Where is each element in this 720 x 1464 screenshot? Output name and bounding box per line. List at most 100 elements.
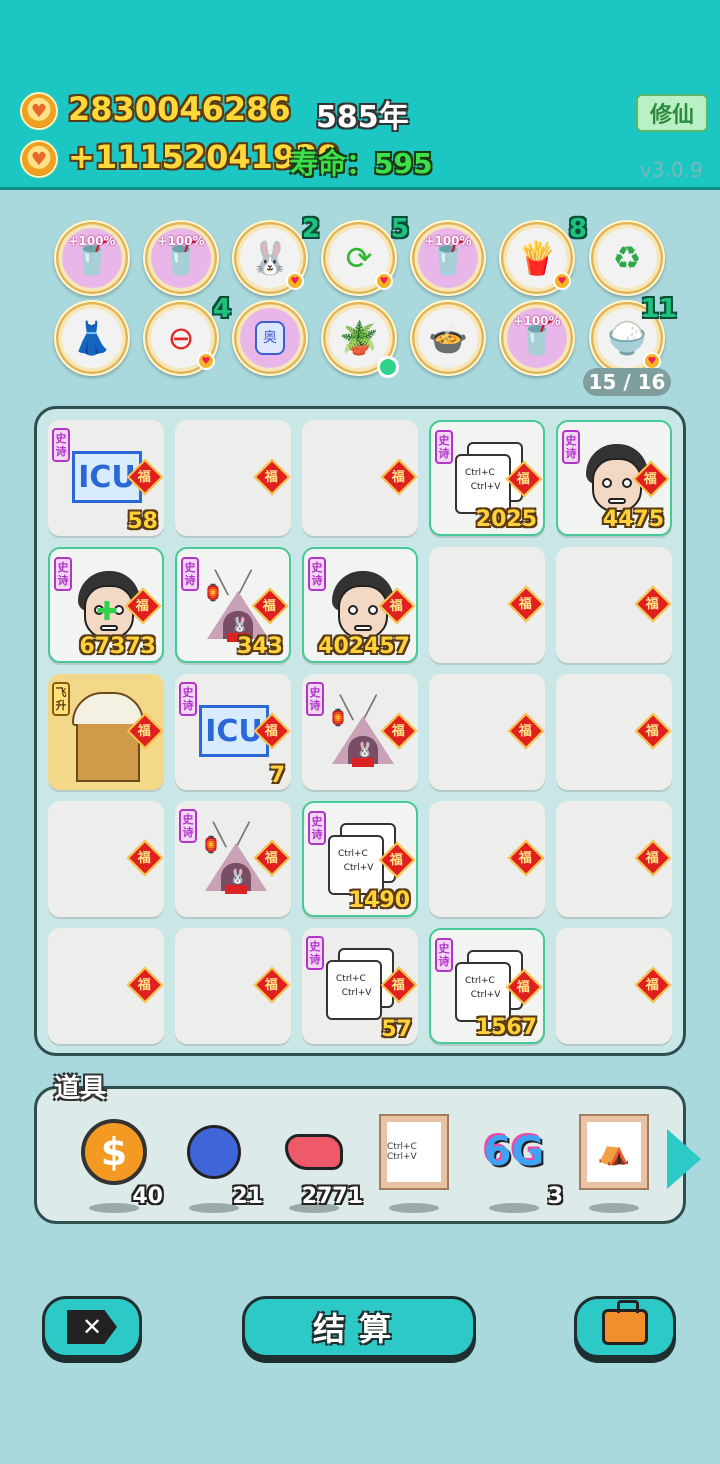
board-cell[interactable]: 福 <box>175 420 291 536</box>
epic-tag: 史诗 <box>562 430 580 464</box>
6g-icon: 6G <box>483 1129 545 1175</box>
board-cell[interactable]: 史诗福 4475 <box>556 420 672 536</box>
rice-cooker-icon: 🍲 <box>428 319 468 357</box>
item-framed-ctrl-card[interactable]: Ctrl+C Ctrl+V <box>375 1116 455 1213</box>
buff-count: 8 <box>568 214 587 244</box>
buff-slot-counter: 15 / 16 <box>583 368 671 396</box>
board-cell[interactable]: 福 <box>302 420 418 536</box>
board-cell[interactable]: 福 <box>556 801 672 917</box>
buff-panel: +100% 🥤 +100% 🥤 🐰 2 ♥ ⟳ 5 ♥ +100% 🥤 🍟 8 … <box>0 212 720 392</box>
board-cell[interactable]: 福 <box>429 801 545 917</box>
fortune-diamond-icon: 福 <box>380 458 418 496</box>
cell-level-number: 57 <box>381 1017 412 1042</box>
fries-icon: 🍟 <box>517 239 557 277</box>
board-cell[interactable]: 史诗 ICU 福 58 <box>48 420 164 536</box>
board-cell[interactable]: 福 <box>556 674 672 790</box>
item-6g[interactable]: 6G 3 <box>475 1119 563 1213</box>
item-quantity: 2771 <box>301 1184 363 1209</box>
jar-icon: 奥 <box>255 321 285 355</box>
rice-bowl-buff[interactable]: 🍚 11 ♥ <box>589 294 677 376</box>
coin-icon: ♥ <box>20 92 58 130</box>
flower-pot-icon: 🪴 <box>339 319 379 357</box>
skirt-buff[interactable]: 👗 <box>54 300 130 376</box>
fortune-diamond-icon: 福 <box>126 839 164 877</box>
milk-tea-cup-buff[interactable]: +100% 🥤 <box>410 220 486 296</box>
epic-tag: 史诗 <box>179 809 197 843</box>
rabbit-buff[interactable]: 🐰 2 ♥ <box>232 214 320 296</box>
board-cell[interactable]: 福 <box>429 674 545 790</box>
buff-percent: +100% <box>68 234 116 248</box>
board-cell[interactable]: 史诗 Ctrl+C Ctrl+V 福 1490 <box>302 801 418 917</box>
heart-badge-icon: ♥ <box>197 352 215 370</box>
framed-ctrl-card-icon: Ctrl+C Ctrl+V <box>381 1116 447 1188</box>
liver-icon <box>285 1134 343 1170</box>
board-cell[interactable]: 福 <box>175 928 291 1044</box>
cell-level-number: 343 <box>237 634 283 659</box>
skirt-icon: 👗 <box>72 319 112 357</box>
board-cell[interactable]: 史诗 ✚ 福 67373 <box>48 547 164 663</box>
board-cell[interactable]: 福 <box>429 547 545 663</box>
item-dollar-coin[interactable]: $ 40 <box>75 1119 163 1213</box>
epic-tag: 史诗 <box>308 811 326 845</box>
recycle-buff[interactable]: ♻ <box>589 220 665 296</box>
inventory-button[interactable] <box>574 1296 676 1358</box>
rice-cooker-buff[interactable]: 🍲 <box>410 300 486 376</box>
lifespan-value: 595 <box>374 147 433 180</box>
board-cell[interactable]: 史诗 Ctrl+C Ctrl+V 福 1567 <box>429 928 545 1044</box>
cell-level-number: 4475 <box>602 507 664 532</box>
epic-tag: 史诗 <box>306 936 324 970</box>
item-blueberry[interactable]: 21 <box>175 1119 263 1213</box>
board-cell[interactable]: 史诗 Ctrl+C Ctrl+V 福 57 <box>302 928 418 1044</box>
next-items-arrow-icon[interactable] <box>667 1129 701 1189</box>
settle-button[interactable]: 结算 <box>242 1296 476 1358</box>
fortune-diamond-icon: 福 <box>507 839 545 877</box>
item-liver[interactable]: 2771 <box>275 1119 363 1213</box>
close-icon: ✕ <box>67 1310 117 1344</box>
board-cell[interactable]: 史诗 ICU 福 7 <box>175 674 291 790</box>
refresh-buff[interactable]: ⟳ 5 ♥ <box>321 214 409 296</box>
fortune-diamond-icon: 福 <box>634 966 672 1004</box>
milk-tea-cup-buff[interactable]: +100% 🥤 <box>499 300 575 376</box>
epic-tag: 史诗 <box>179 682 197 716</box>
board-cell[interactable]: 福 <box>48 801 164 917</box>
rabbit-icon: 🐰 <box>250 239 290 277</box>
cell-level-number: 1490 <box>348 888 410 913</box>
heart-badge-icon: ♥ <box>286 272 304 290</box>
minus-buff[interactable]: ⊖ 4 ♥ <box>143 294 231 376</box>
item-quantity: 21 <box>232 1184 263 1209</box>
board-cell[interactable]: 飞升福 <box>48 674 164 790</box>
board-cell[interactable]: 福 <box>556 547 672 663</box>
board-cell[interactable]: 史诗 ╲╱ 🐰 🏮 福 <box>175 801 291 917</box>
epic-tag: 史诗 <box>306 682 324 716</box>
flower-pot-buff[interactable]: 🪴 <box>321 300 399 378</box>
epic-tag: 史诗 <box>181 557 199 591</box>
epic-tag: 史诗 <box>308 557 326 591</box>
ascend-tag: 飞升 <box>52 682 70 716</box>
jar-buff[interactable]: 奥 <box>232 300 308 376</box>
heart-badge-icon: ♥ <box>553 272 571 290</box>
board-cell[interactable]: 史诗 ╲╱ 🐰 🏮 福 343 <box>175 547 291 663</box>
milk-tea-cup-buff[interactable]: +100% 🥤 <box>54 220 130 296</box>
item-framed-tent[interactable]: ⛺ <box>575 1116 655 1213</box>
cell-level-number: 58 <box>127 509 158 534</box>
rice-bowl-icon: 🍚 <box>607 319 647 357</box>
dollar-coin-icon: $ <box>81 1119 147 1185</box>
board-cell[interactable]: 福 <box>48 928 164 1044</box>
fries-buff[interactable]: 🍟 8 ♥ <box>499 214 587 296</box>
fortune-diamond-icon: 福 <box>634 585 672 623</box>
buff-percent: +100% <box>424 234 472 248</box>
blueberry-icon <box>187 1125 241 1179</box>
milk-tea-cup-buff[interactable]: +100% 🥤 <box>143 220 219 296</box>
close-button[interactable]: ✕ <box>42 1296 142 1358</box>
board-cell[interactable]: 史诗 ╲╱ 🐰 🏮 福 <box>302 674 418 790</box>
cultivate-button[interactable]: 修仙 <box>636 94 708 132</box>
epic-tag: 史诗 <box>435 938 453 972</box>
cell-level-number: 402457 <box>318 634 410 659</box>
active-dot-icon <box>377 356 399 378</box>
fortune-diamond-icon: 福 <box>253 966 291 1004</box>
board-cell[interactable]: 史诗福 402457 <box>302 547 418 663</box>
board-cell[interactable]: 史诗 Ctrl+C Ctrl+V 福 2025 <box>429 420 545 536</box>
year-counter: 585年 <box>316 100 409 135</box>
board-cell[interactable]: 福 <box>556 928 672 1044</box>
fortune-diamond-icon: 福 <box>126 966 164 1004</box>
